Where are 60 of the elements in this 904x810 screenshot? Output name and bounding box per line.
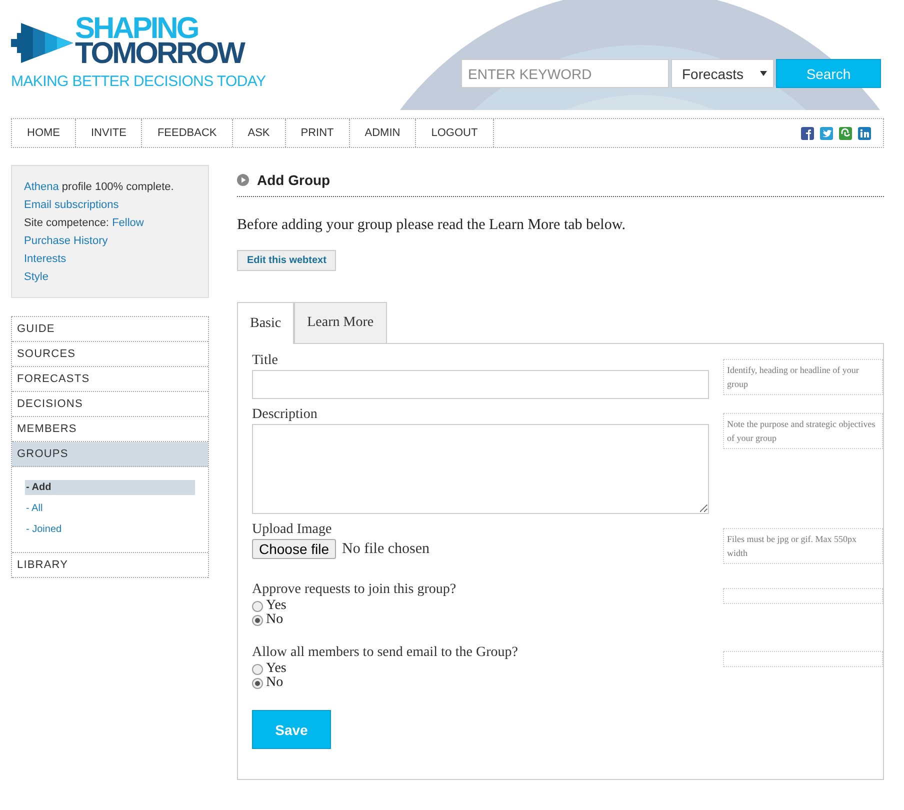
- menu-item[interactable]: SOURCES: [12, 342, 208, 367]
- profile-text: Site competence:: [24, 217, 110, 229]
- field-label: Title: [252, 353, 279, 369]
- profile-link[interactable]: Athena: [24, 181, 59, 193]
- title-input[interactable]: [252, 370, 709, 399]
- help-text: Identify, heading or headline of your group: [723, 359, 883, 395]
- edit-webtext-button[interactable]: Edit this webtext: [237, 250, 336, 271]
- profile-link[interactable]: Interests: [24, 253, 66, 265]
- field-label: Description: [252, 407, 318, 423]
- option-label: No: [266, 676, 284, 690]
- option-label: Yes: [266, 599, 286, 613]
- menu-item[interactable]: FORECASTS: [12, 367, 208, 392]
- scope-dropdown[interactable]: Forecasts: [671, 59, 774, 88]
- radio-button[interactable]: [252, 664, 263, 674]
- twitter-icon[interactable]: [820, 126, 833, 140]
- page-title: Add Group: [257, 172, 330, 188]
- help-text: Files must be jpg or gif. Max 550px width: [723, 528, 883, 564]
- help-text: Note the purpose and strategic objectives of your group: [723, 413, 883, 449]
- question-label: Approve requests to join this group?: [252, 582, 458, 598]
- nav-link[interactable]: PRINT: [286, 119, 350, 147]
- nav-link[interactable]: INVITE: [76, 119, 142, 147]
- profile-link[interactable]: Style: [24, 271, 48, 283]
- submenu-item[interactable]: - Joined: [25, 522, 195, 537]
- tab[interactable]: Basic: [237, 302, 294, 344]
- menu-item[interactable]: GROUPS: [12, 442, 208, 467]
- nav-link[interactable]: FEEDBACK: [142, 119, 233, 147]
- menu-item[interactable]: DECISIONS: [12, 392, 208, 417]
- profile-text: profile 100% complete.: [60, 181, 174, 193]
- facebook-icon[interactable]: [801, 126, 814, 140]
- field-label: Upload Image: [252, 522, 333, 538]
- question-label: Allow all members to send email to the Group?: [252, 645, 519, 661]
- play-icon: [237, 174, 249, 186]
- choose-file-button[interactable]: Choose file: [252, 539, 336, 559]
- menu-item[interactable]: LIBRARY: [12, 553, 208, 578]
- radio-button[interactable]: [252, 678, 263, 688]
- description-input[interactable]: [252, 424, 709, 514]
- submenu-item[interactable]: - All: [25, 501, 195, 516]
- profile-link[interactable]: Purchase History: [24, 235, 108, 247]
- linkedin-icon[interactable]: [858, 126, 871, 140]
- caret-icon: [760, 71, 767, 76]
- nav-link[interactable]: LOGOUT: [416, 119, 494, 147]
- logo-tagline: MAKING BETTER DECISIONS TODAY: [11, 73, 266, 90]
- radio-button[interactable]: [252, 600, 263, 612]
- nav-link[interactable]: ADMIN: [350, 119, 416, 147]
- submenu-item[interactable]: - Add: [25, 480, 195, 495]
- nav-link[interactable]: ASK: [232, 119, 286, 147]
- option-label: Yes: [266, 662, 286, 676]
- search-field[interactable]: ENTER KEYWORD: [461, 59, 669, 88]
- stumbleupon-icon[interactable]: [839, 126, 852, 140]
- logo-text: TOMORROW: [75, 41, 244, 66]
- file-status: No file chosen: [342, 540, 430, 558]
- nav-link[interactable]: HOME: [12, 119, 76, 147]
- radio-button[interactable]: [252, 614, 263, 626]
- option-label: No: [266, 613, 284, 627]
- profile-link[interactable]: Email subscriptions: [24, 199, 119, 211]
- logo-text: SHAPING: [75, 16, 198, 41]
- menu-item[interactable]: GUIDE: [12, 317, 208, 342]
- profile-link[interactable]: Fellow: [112, 217, 144, 229]
- intro-text: Before adding your group please read the Learn More tab below.: [237, 217, 626, 234]
- tab[interactable]: Learn More: [294, 302, 387, 343]
